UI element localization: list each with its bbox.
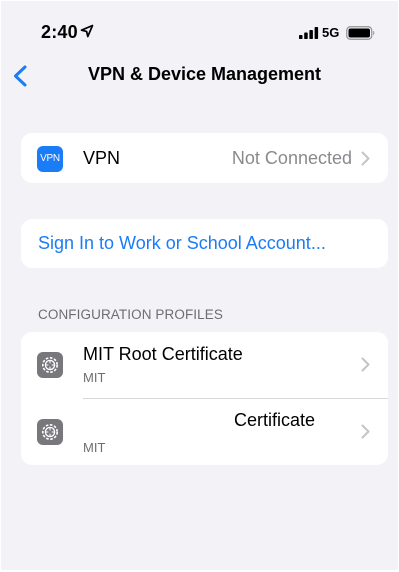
gear-icon: [37, 352, 63, 378]
signal-bars-icon: [299, 27, 319, 39]
sign-in-button[interactable]: Sign In to Work or School Account...: [21, 219, 388, 268]
battery-icon: [346, 26, 375, 40]
page-title: VPN & Device Management: [87, 64, 322, 84]
section-header-configuration-profiles: CONFIGURATION PROFILES: [38, 307, 223, 322]
sign-in-group: Sign In to Work or School Account...: [21, 219, 388, 268]
vpn-icon: VPN: [37, 146, 63, 172]
chevron-right-icon: [361, 424, 370, 439]
network-type: 5G: [322, 25, 340, 40]
status-bar: 2:40 5G: [1, 1, 398, 57]
profile-title: Certificate: [234, 410, 316, 430]
vpn-status: Not Connected: [231, 148, 352, 168]
chevron-right-icon: [361, 357, 370, 372]
profile-title: MIT Root Certificate: [83, 344, 243, 364]
sign-in-label: Sign In to Work or School Account...: [38, 233, 326, 253]
chevron-right-icon: [361, 151, 370, 166]
status-time: 2:40: [41, 22, 78, 42]
profile-row[interactable]: Certificate MIT: [21, 399, 388, 465]
vpn-label: VPN: [83, 148, 121, 168]
location-arrow-icon: [80, 24, 94, 38]
vpn-group: VPN VPN Not Connected: [21, 133, 388, 183]
profile-row[interactable]: MIT Root Certificate MIT: [21, 332, 388, 398]
settings-screen: 2:40 5G VPN & Device Management VPN VPN …: [1, 1, 398, 570]
gear-icon: [37, 419, 63, 445]
vpn-row[interactable]: VPN VPN Not Connected: [21, 133, 388, 183]
profile-subtitle: MIT: [83, 370, 106, 385]
profiles-group: MIT Root Certificate MIT Certificate MIT: [21, 332, 388, 465]
profile-subtitle: MIT: [83, 440, 106, 455]
